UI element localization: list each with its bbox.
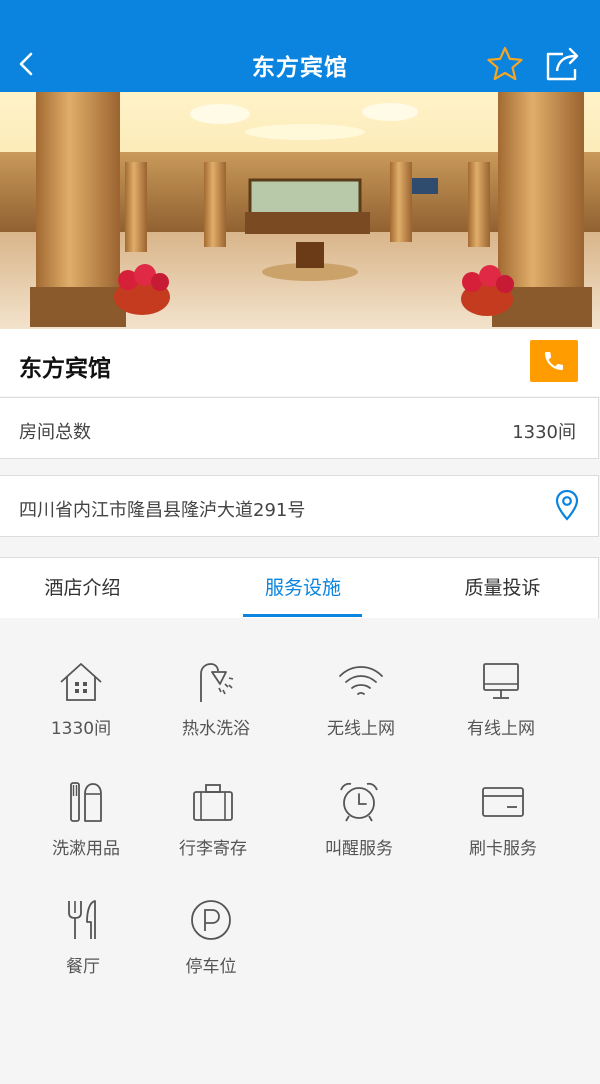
facility-wake-up-call: 叫醒服务 bbox=[299, 780, 419, 859]
facility-card-payment: 刷卡服务 bbox=[443, 780, 563, 859]
facility-hot-shower: 热水洗浴 bbox=[156, 660, 276, 739]
facility-wifi: 无线上网 bbox=[301, 660, 421, 739]
credit-card-icon bbox=[482, 787, 524, 817]
facility-luggage: 行李寄存 bbox=[153, 780, 273, 859]
facility-wired-internet: 有线上网 bbox=[441, 660, 561, 739]
room-count-value: 1330间 bbox=[512, 422, 576, 443]
tab-bar: 酒店介绍 服务设施 质量投诉 bbox=[0, 557, 599, 619]
facility-label: 洗漱用品 bbox=[52, 839, 120, 859]
restaurant-icon bbox=[68, 900, 96, 939]
house-icon bbox=[60, 663, 102, 701]
hotel-name-row: 东方宾馆 bbox=[0, 329, 600, 396]
phone-icon bbox=[545, 352, 563, 370]
facility-restaurant: 餐厅 bbox=[23, 898, 143, 977]
wifi-icon bbox=[339, 666, 383, 695]
facilities-grid: 1330间 热水洗浴 无线上网 有线上网 洗漱用品 行李寄存 叫醒服务 刷卡服务… bbox=[0, 618, 600, 1084]
active-tab-indicator bbox=[243, 614, 362, 617]
share-icon[interactable] bbox=[543, 45, 583, 83]
star-icon[interactable] bbox=[486, 45, 524, 83]
facility-label: 有线上网 bbox=[467, 719, 535, 739]
room-count-label: 房间总数 bbox=[19, 422, 91, 443]
facility-label: 1330间 bbox=[50, 719, 112, 739]
luggage-icon bbox=[193, 784, 233, 821]
tab-services[interactable]: 服务设施 bbox=[243, 558, 363, 618]
facility-label: 叫醒服务 bbox=[325, 839, 393, 859]
facility-toiletries: 洗漱用品 bbox=[26, 780, 146, 859]
hotel-name: 东方宾馆 bbox=[19, 356, 111, 382]
hotel-lobby-photo bbox=[0, 92, 600, 329]
room-count-row: 房间总数 1330间 bbox=[0, 397, 599, 459]
facility-label: 行李寄存 bbox=[179, 839, 247, 859]
address-text: 四川省内江市隆昌县隆泸大道291号 bbox=[19, 500, 306, 521]
facility-label: 停车位 bbox=[185, 957, 237, 977]
call-button[interactable] bbox=[530, 340, 578, 382]
location-pin-icon[interactable] bbox=[554, 489, 580, 521]
toiletries-icon bbox=[70, 782, 102, 822]
facility-label: 无线上网 bbox=[327, 719, 395, 739]
top-navigation-bar: 东方宾馆 bbox=[0, 0, 600, 92]
monitor-icon bbox=[483, 663, 519, 699]
alarm-clock-icon bbox=[340, 782, 378, 822]
facility-parking: 停车位 bbox=[151, 898, 271, 977]
facility-label: 刷卡服务 bbox=[469, 839, 537, 859]
facility-label: 餐厅 bbox=[66, 957, 100, 977]
parking-icon bbox=[191, 900, 231, 940]
address-row[interactable]: 四川省内江市隆昌县隆泸大道291号 bbox=[0, 475, 599, 537]
facility-label: 热水洗浴 bbox=[182, 719, 250, 739]
facility-rooms: 1330间 bbox=[21, 660, 141, 739]
shower-icon bbox=[200, 663, 234, 702]
tab-complaints[interactable]: 质量投诉 bbox=[440, 558, 565, 618]
tab-hotel-intro[interactable]: 酒店介绍 bbox=[0, 558, 165, 618]
